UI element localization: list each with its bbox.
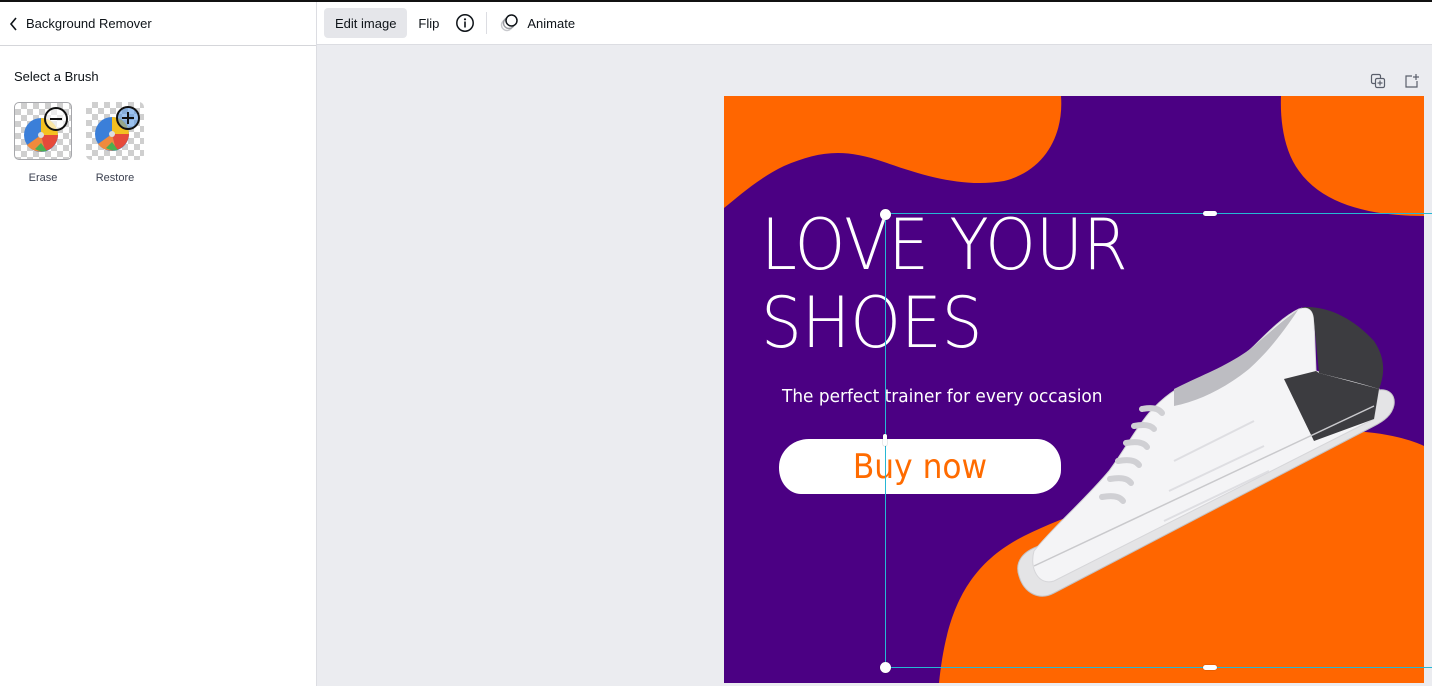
sneaker-image[interactable] xyxy=(1014,301,1414,611)
resize-handle-top[interactable] xyxy=(1203,211,1217,216)
flip-button[interactable]: Flip xyxy=(407,8,450,38)
toolbar-divider xyxy=(486,12,488,34)
edit-image-button[interactable]: Edit image xyxy=(324,8,408,38)
erase-brush-button[interactable]: Erase xyxy=(14,102,72,184)
top-left-blob xyxy=(724,96,1062,208)
background-remover-panel: Background Remover Select a Brush Erase xyxy=(0,2,317,686)
minus-circle-icon xyxy=(44,107,68,131)
top-right-blob xyxy=(1280,96,1424,216)
resize-handle-bottom-left[interactable] xyxy=(880,662,891,673)
headline-line-1: LOVE YOUR xyxy=(761,204,1128,286)
chevron-left-icon xyxy=(8,16,20,32)
plus-circle-icon xyxy=(116,106,140,130)
page-actions xyxy=(1368,71,1422,91)
beach-ball-icon xyxy=(24,107,68,152)
info-button[interactable] xyxy=(450,8,480,38)
animate-icon xyxy=(501,14,519,32)
beach-ball-icon xyxy=(95,106,140,151)
erase-label: Erase xyxy=(28,172,58,184)
resize-handle-top-left[interactable] xyxy=(880,209,891,220)
resize-handle-bottom[interactable] xyxy=(1203,665,1217,670)
info-icon xyxy=(456,14,475,32)
duplicate-page-icon xyxy=(1370,73,1386,89)
resize-handle-left[interactable] xyxy=(883,434,887,446)
buy-now-label: Buy now xyxy=(852,446,988,487)
context-toolbar: Edit image Flip Animate xyxy=(317,2,1432,45)
add-page-icon xyxy=(1405,74,1419,88)
add-page-button[interactable] xyxy=(1402,71,1422,91)
duplicate-page-button[interactable] xyxy=(1368,71,1388,91)
animate-button[interactable]: Animate xyxy=(493,8,586,38)
back-button[interactable]: Background Remover xyxy=(0,2,316,46)
restore-brush-button[interactable]: Restore xyxy=(86,102,144,184)
panel-title: Background Remover xyxy=(26,16,152,31)
section-label: Select a Brush xyxy=(14,69,99,84)
restore-label: Restore xyxy=(95,172,135,184)
animate-label: Animate xyxy=(527,15,576,31)
restore-brush-thumbnail xyxy=(86,102,144,160)
design-page[interactable]: LOVE YOUR SHOES The perfect trainer for … xyxy=(724,96,1424,683)
erase-brush-thumbnail xyxy=(14,102,72,160)
